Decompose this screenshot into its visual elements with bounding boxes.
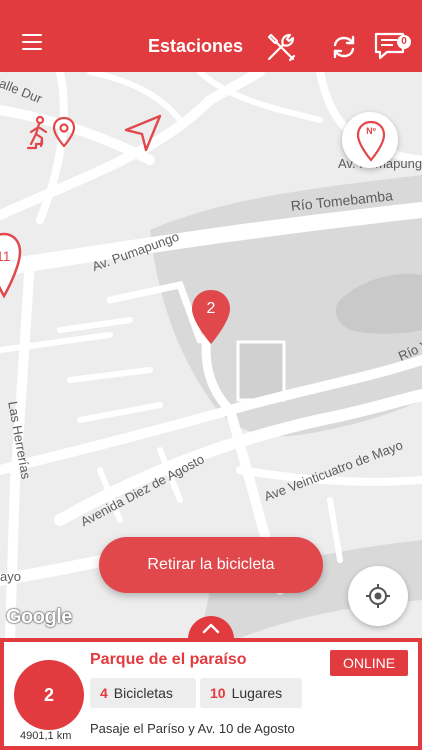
station-address: Pasaje el Paríso y Av. 10 de Agosto [90,721,295,736]
page-title: Estaciones [148,36,244,56]
station-marker-label: 2 [206,300,216,317]
station-marker-label: 11 [0,248,11,264]
station-number-circle: 2 [14,660,84,730]
retire-bike-button[interactable]: Retirar la bicicleta [99,537,323,593]
app-header: Estaciones 0 [0,0,422,72]
tools-icon[interactable] [263,29,299,65]
notification-badge: 0 [397,35,411,49]
station-info-panel[interactable]: 2 4901,1 km Parque de el paraíso ONLINE … [0,638,422,750]
station-pin-label: Nº [366,126,376,136]
station-marker[interactable] [0,230,26,300]
station-name: Parque de el paraíso [90,651,247,668]
places-available-chip: 10 Lugares [200,678,302,708]
places-label: Lugares [231,685,283,701]
google-attribution: Google [6,606,72,628]
street-label: ayo [0,569,21,584]
navigation-icon[interactable] [122,112,164,154]
walking-route-icon[interactable] [26,114,76,156]
station-distance: 4901,1 km [20,730,72,742]
bikes-count: 4 [100,685,108,701]
my-location-button[interactable] [348,566,408,626]
bikes-label: Bicicletas [113,685,173,701]
places-count: 10 [210,685,226,701]
status-badge: ONLINE [330,650,408,676]
menu-icon[interactable] [22,34,42,50]
bikes-available-chip: 4 Bicicletas [90,678,196,708]
refresh-icon[interactable] [330,33,358,61]
crosshair-icon [366,584,390,608]
